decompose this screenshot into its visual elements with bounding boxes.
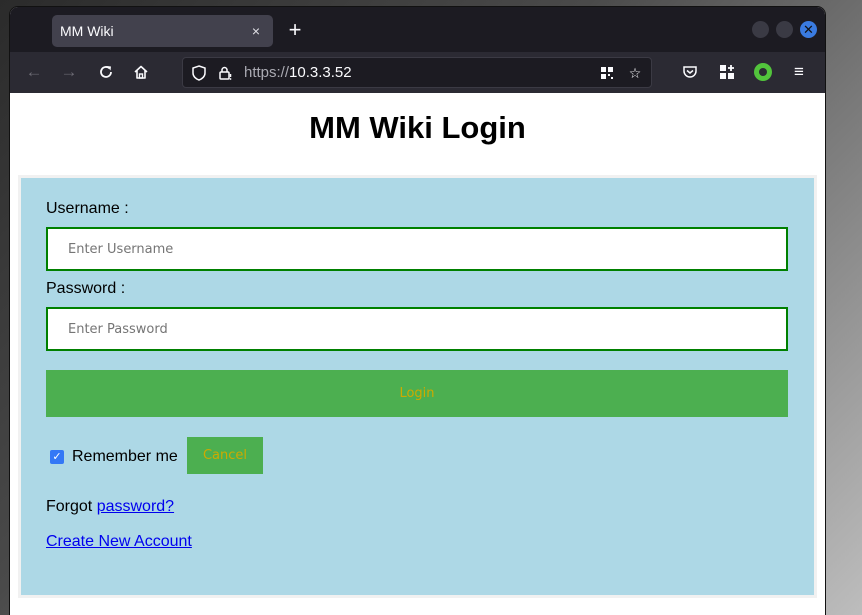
tracking-shield-icon[interactable]: [188, 62, 210, 84]
extension-status-icon[interactable]: [754, 63, 772, 81]
forward-arrow-icon: →: [60, 62, 78, 81]
checkmark-icon: ✓: [52, 451, 62, 463]
back-arrow-icon: ←: [25, 62, 43, 81]
extensions-button[interactable]: [715, 60, 739, 84]
username-input[interactable]: [46, 227, 788, 271]
window-minimize-button[interactable]: [752, 21, 769, 38]
url-host: 10.3.3.52: [289, 64, 352, 81]
forgot-password-text: Forgot password?: [46, 498, 174, 516]
forward-button[interactable]: →: [57, 60, 81, 84]
close-icon: ✕: [803, 22, 814, 37]
create-account-link[interactable]: Create New Account: [46, 533, 192, 550]
url-text[interactable]: https://10.3.3.52: [244, 64, 352, 81]
remember-me-group: ✓ Remember me: [50, 447, 178, 467]
home-button[interactable]: [129, 60, 153, 84]
hamburger-menu-icon: ≡: [794, 62, 804, 81]
app-menu-button[interactable]: ≡: [787, 60, 811, 84]
remember-me-label[interactable]: Remember me: [72, 448, 178, 466]
window-maximize-button[interactable]: [776, 21, 793, 38]
bookmark-star-icon[interactable]: ☆: [624, 62, 646, 84]
qr-code-icon[interactable]: [596, 62, 618, 84]
back-button[interactable]: ←: [22, 60, 46, 84]
pocket-icon: [683, 66, 697, 78]
navigation-bar: ← → https://10.3.3.52 ☆ ≡: [10, 52, 825, 93]
remember-me-checkbox[interactable]: ✓: [50, 450, 64, 464]
forgot-password-link[interactable]: password?: [97, 498, 174, 515]
cancel-button[interactable]: Cancel: [187, 437, 263, 474]
password-label: Password :: [46, 280, 126, 297]
extensions-icon: [720, 65, 734, 79]
window-close-button[interactable]: ✕: [800, 21, 817, 38]
tab-strip: MM Wiki × + ✕: [10, 7, 825, 52]
username-label: Username :: [46, 200, 129, 217]
reload-button[interactable]: [94, 60, 118, 84]
address-bar[interactable]: https://10.3.3.52 ☆: [182, 57, 652, 88]
home-icon: [134, 65, 148, 79]
password-input[interactable]: [46, 307, 788, 351]
login-form: Username : Password : Login ✓ Remember m…: [18, 175, 817, 598]
browser-window: MM Wiki × + ✕ ← → https://10.3.3.52 ☆ ≡ …: [10, 7, 825, 615]
browser-tab[interactable]: MM Wiki ×: [52, 15, 273, 47]
forgot-prefix: Forgot: [46, 498, 97, 515]
lock-warning-icon[interactable]: [215, 62, 237, 84]
url-scheme: https://: [244, 64, 290, 81]
login-button[interactable]: Login: [46, 370, 788, 417]
create-account-row: Create New Account: [46, 533, 192, 551]
new-tab-button[interactable]: +: [284, 17, 306, 43]
page-content: MM Wiki Login Username : Password : Logi…: [10, 93, 825, 615]
tab-close-icon[interactable]: ×: [245, 20, 267, 42]
tab-title: MM Wiki: [60, 23, 114, 39]
pocket-button[interactable]: [678, 60, 702, 84]
page-title: MM Wiki Login: [309, 110, 526, 145]
reload-icon: [100, 66, 112, 78]
